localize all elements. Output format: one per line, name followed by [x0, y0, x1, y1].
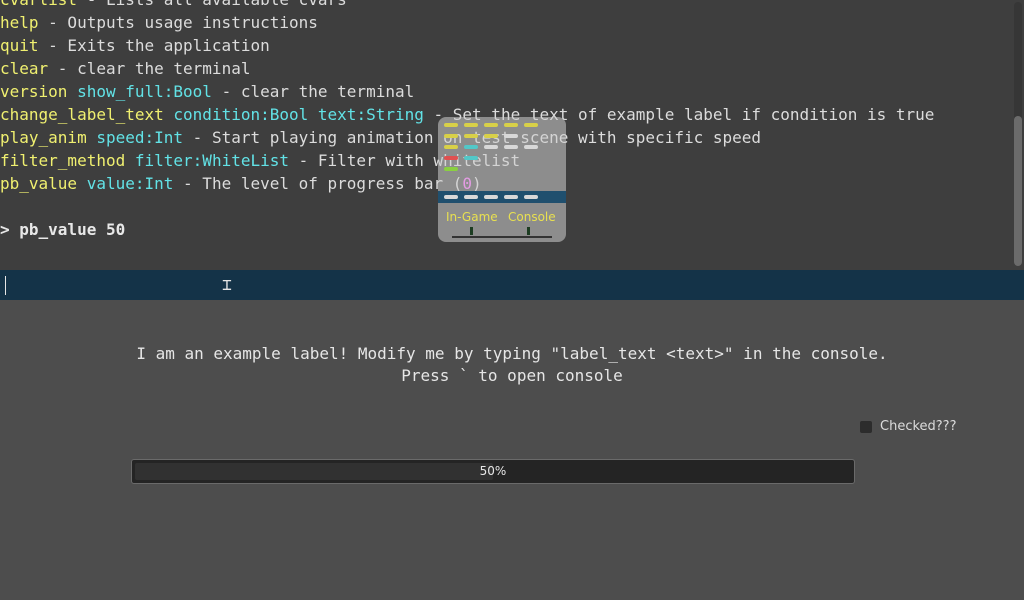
logo-ground-line: [452, 236, 552, 238]
console-text-cmd: cvarlist: [0, 0, 77, 9]
ingame-console-logo-icon: In-Game Console: [438, 117, 566, 242]
console-panel: cvarlist - Lists all available cvarshelp…: [0, 0, 1024, 270]
console-text-txt: - The level of progress bar (: [173, 174, 463, 193]
checkbox-box[interactable]: [860, 421, 872, 433]
console-text-cmd: version: [0, 82, 68, 101]
console-line: version show_full:Bool - clear the termi…: [0, 80, 1012, 103]
console-text-txt: [125, 151, 135, 170]
logo-figure-right: [527, 227, 530, 235]
logo-dash: [464, 134, 478, 138]
console-text-arg: condition:Bool: [173, 105, 309, 124]
console-line: cvarlist - Lists all available cvars: [0, 0, 1012, 11]
logo-dash: [464, 145, 478, 149]
logo-dash: [444, 156, 458, 160]
logo-dash: [524, 123, 538, 127]
console-input[interactable]: [0, 270, 1024, 300]
logo-dash: [504, 123, 518, 127]
console-line: clear - clear the terminal: [0, 57, 1012, 80]
console-scrollbar-thumb[interactable]: [1014, 116, 1022, 266]
console-text-cmd: play_anim: [0, 128, 87, 147]
ibeam-cursor-icon: ⌶: [222, 275, 232, 294]
game-window: cvarlist - Lists all available cvarshelp…: [0, 0, 1024, 600]
console-text-cmd: filter_method: [0, 151, 126, 170]
console-text-cmd: quit: [0, 36, 39, 55]
progress-bar: 50%: [131, 459, 855, 484]
logo-dash: [464, 123, 478, 127]
logo-dash: [444, 134, 458, 138]
console-text-cmd: change_label_text: [0, 105, 164, 124]
console-text-arg: value:Int: [86, 174, 174, 193]
console-text-txt: [87, 128, 97, 147]
console-text-txt: - clear the terminal: [211, 82, 415, 101]
text-caret: [5, 276, 6, 295]
console-text-cmd: pb_value: [0, 174, 78, 193]
logo-dash: [444, 195, 458, 199]
logo-dash: [444, 123, 458, 127]
logo-dash: [464, 156, 478, 160]
example-label-line1: I am an example label! Modify me by typi…: [136, 344, 888, 363]
logo-label-ingame: In-Game: [446, 210, 498, 224]
logo-dash: [464, 195, 478, 199]
console-text-txt: [67, 82, 77, 101]
logo-dash: [484, 195, 498, 199]
console-text-txt: - Outputs usage instructions: [38, 13, 318, 32]
console-text-arg: show_full:Bool: [77, 82, 212, 101]
progress-bar-text: 50%: [479, 464, 507, 478]
logo-dash: [444, 145, 458, 149]
console-text-cmd: help: [0, 13, 39, 32]
logo-dash: [524, 145, 538, 149]
logo-dash: [524, 195, 538, 199]
console-text-txt: [164, 105, 174, 124]
console-text-txt: [77, 174, 87, 193]
console-text-txt: - clear the terminal: [48, 59, 251, 78]
console-text-cmd: clear: [0, 59, 49, 78]
logo-dash: [484, 123, 498, 127]
console-text-txt: [308, 105, 318, 124]
example-label-line2: Press ` to open console: [401, 366, 623, 385]
console-text-txt: - Lists all available cvars: [77, 0, 347, 9]
console-text-arg: speed:Int: [96, 128, 184, 147]
console-text-txt: - Exits the application: [38, 36, 270, 55]
logo-label-console: Console: [508, 210, 556, 224]
logo-figure-left: [470, 227, 473, 235]
console-line: help - Outputs usage instructions: [0, 11, 1012, 34]
logo-dash: [504, 195, 518, 199]
console-line: quit - Exits the application: [0, 34, 1012, 57]
console-text-arg: filter:WhiteList: [134, 151, 289, 170]
logo-dash: [504, 145, 518, 149]
checkbox-label[interactable]: Checked???: [880, 418, 956, 436]
logo-dash: [504, 134, 518, 138]
logo-dash: [484, 145, 498, 149]
logo-dash: [444, 167, 458, 171]
example-label: I am an example label! Modify me by typi…: [0, 343, 1024, 387]
logo-dash: [484, 134, 498, 138]
console-text-echo: > pb_value 50: [0, 220, 126, 239]
console-text-arg: text:String: [317, 105, 424, 124]
